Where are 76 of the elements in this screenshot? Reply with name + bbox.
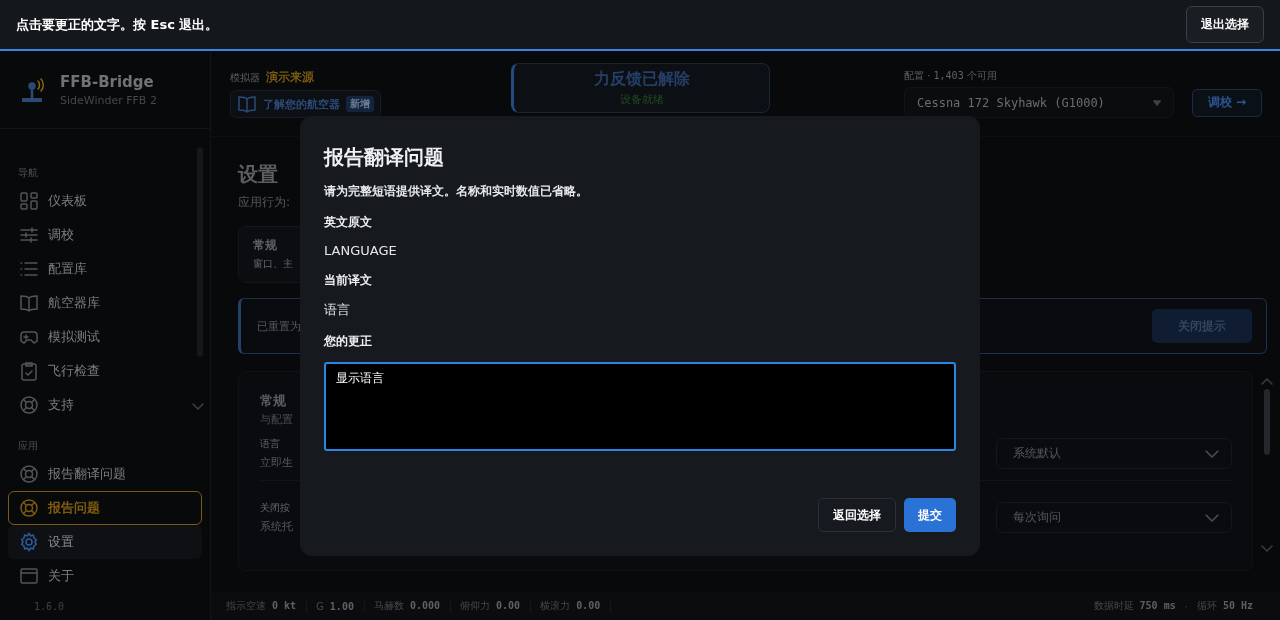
- profile-select[interactable]: Cessna 172 Skyhawk (G1000): [904, 87, 1174, 118]
- setting-select[interactable]: 系统默认: [996, 438, 1232, 469]
- sidebar-item[interactable]: 飞行检查: [8, 354, 202, 388]
- sidebar-item[interactable]: 关于: [8, 559, 202, 593]
- submit-button[interactable]: 提交: [904, 498, 956, 532]
- book-icon: [237, 94, 257, 114]
- status-title: 力反馈已解除: [593, 68, 690, 90]
- metric-value: 1.00: [329, 600, 354, 612]
- metric-value: 0.000: [409, 600, 441, 611]
- card-text: 窗口、主: [253, 257, 293, 271]
- section-label: 导航: [17, 166, 39, 180]
- new-badge: 新增: [346, 96, 374, 112]
- metric-value: 750 ms: [1139, 600, 1176, 611]
- list-icon: [19, 259, 39, 279]
- separator-dot: ·: [1184, 600, 1188, 612]
- page-title: 设置: [238, 161, 279, 188]
- setting-label: 关闭按: [260, 501, 291, 515]
- card-title: 常规: [253, 237, 277, 254]
- profile-label: 配置 · 1,403 个可用: [904, 69, 998, 83]
- setting-description: 系统托: [260, 519, 293, 534]
- chevron-down-icon: [1205, 513, 1219, 522]
- field-label: 英文原文: [324, 214, 373, 231]
- metric-label: G: [316, 600, 324, 612]
- window-icon: [19, 566, 39, 586]
- sidebar-item[interactable]: 航空器库: [8, 286, 202, 320]
- grid-icon: [19, 191, 39, 211]
- setting-label: 语言: [260, 437, 281, 451]
- instruction-text: 点击要更正的文字。按 Esc 退出。: [16, 15, 219, 34]
- chevron-down-icon: [1205, 449, 1219, 458]
- lifebuoy-icon: [19, 395, 39, 415]
- dialog-description: 请为完整短语提供译文。名称和实时数值已省略。: [324, 183, 589, 200]
- dropdown-arrow-icon: [1153, 99, 1161, 106]
- lifebuoy-icon: [19, 498, 39, 518]
- aircraft-button[interactable]: 了解您的航空器 新增: [230, 90, 381, 118]
- section-label: 应用: [17, 439, 39, 453]
- panel-title: 常规: [260, 392, 287, 410]
- scroll-up-icon: [1260, 377, 1273, 385]
- metric-value: 0.00: [576, 600, 601, 611]
- sidebar-item[interactable]: 配置库: [8, 252, 202, 286]
- clipboard-icon: [19, 361, 39, 381]
- metric-value: 50 Hz: [1222, 600, 1253, 611]
- lifebuoy-icon: [19, 464, 39, 484]
- sidebar-item[interactable]: 仪表板: [8, 184, 202, 218]
- page-subtitle: 应用行为:: [238, 194, 291, 211]
- sidebar-item[interactable]: 支持: [8, 388, 202, 422]
- correction-field[interactable]: 显示语言: [324, 362, 956, 451]
- back-button[interactable]: 返回选择: [818, 498, 896, 532]
- sidebar-item[interactable]: 报告问题: [8, 491, 202, 525]
- sidebar-item[interactable]: 调校: [8, 218, 202, 252]
- exit-selection-button[interactable]: 退出选择: [1186, 6, 1264, 43]
- device-name: SideWinder FFB 2: [60, 93, 157, 107]
- setting-description: 立即生: [260, 455, 293, 470]
- setting-select[interactable]: 每次询问: [996, 502, 1232, 533]
- field-text: 语言: [324, 301, 351, 319]
- field-label: 当前译文: [324, 272, 373, 289]
- field-text: LANGUAGE: [324, 243, 398, 258]
- scroll-down-icon: [1260, 545, 1273, 553]
- chevron-down-icon: [192, 403, 204, 411]
- scrollbar-thumb: [1263, 389, 1270, 455]
- field-label: 您的更正: [324, 333, 373, 350]
- sliders-icon: [19, 225, 39, 245]
- sidebar-item[interactable]: 模拟测试: [8, 320, 202, 354]
- notice-text: 已重置为: [257, 318, 301, 334]
- app-name: FFB-Bridge: [60, 72, 155, 91]
- simulator-value: 演示来源: [266, 69, 314, 86]
- settings-icon: [19, 532, 39, 552]
- calibrate-button[interactable]: 调校 →: [1192, 88, 1262, 117]
- sidebar-item[interactable]: 设置: [8, 525, 202, 559]
- simulator-label: 模拟器: [230, 71, 260, 85]
- metric-value: 0.00: [496, 600, 521, 611]
- metric-value: 0 kt: [272, 600, 297, 611]
- version-text: 1.6.0: [33, 600, 66, 614]
- dialog-title: 报告翻译问题: [324, 144, 445, 171]
- sidebar-item[interactable]: 报告翻译问题: [8, 457, 202, 491]
- panel-subtitle: 与配置: [260, 412, 294, 427]
- book-icon: [19, 293, 39, 313]
